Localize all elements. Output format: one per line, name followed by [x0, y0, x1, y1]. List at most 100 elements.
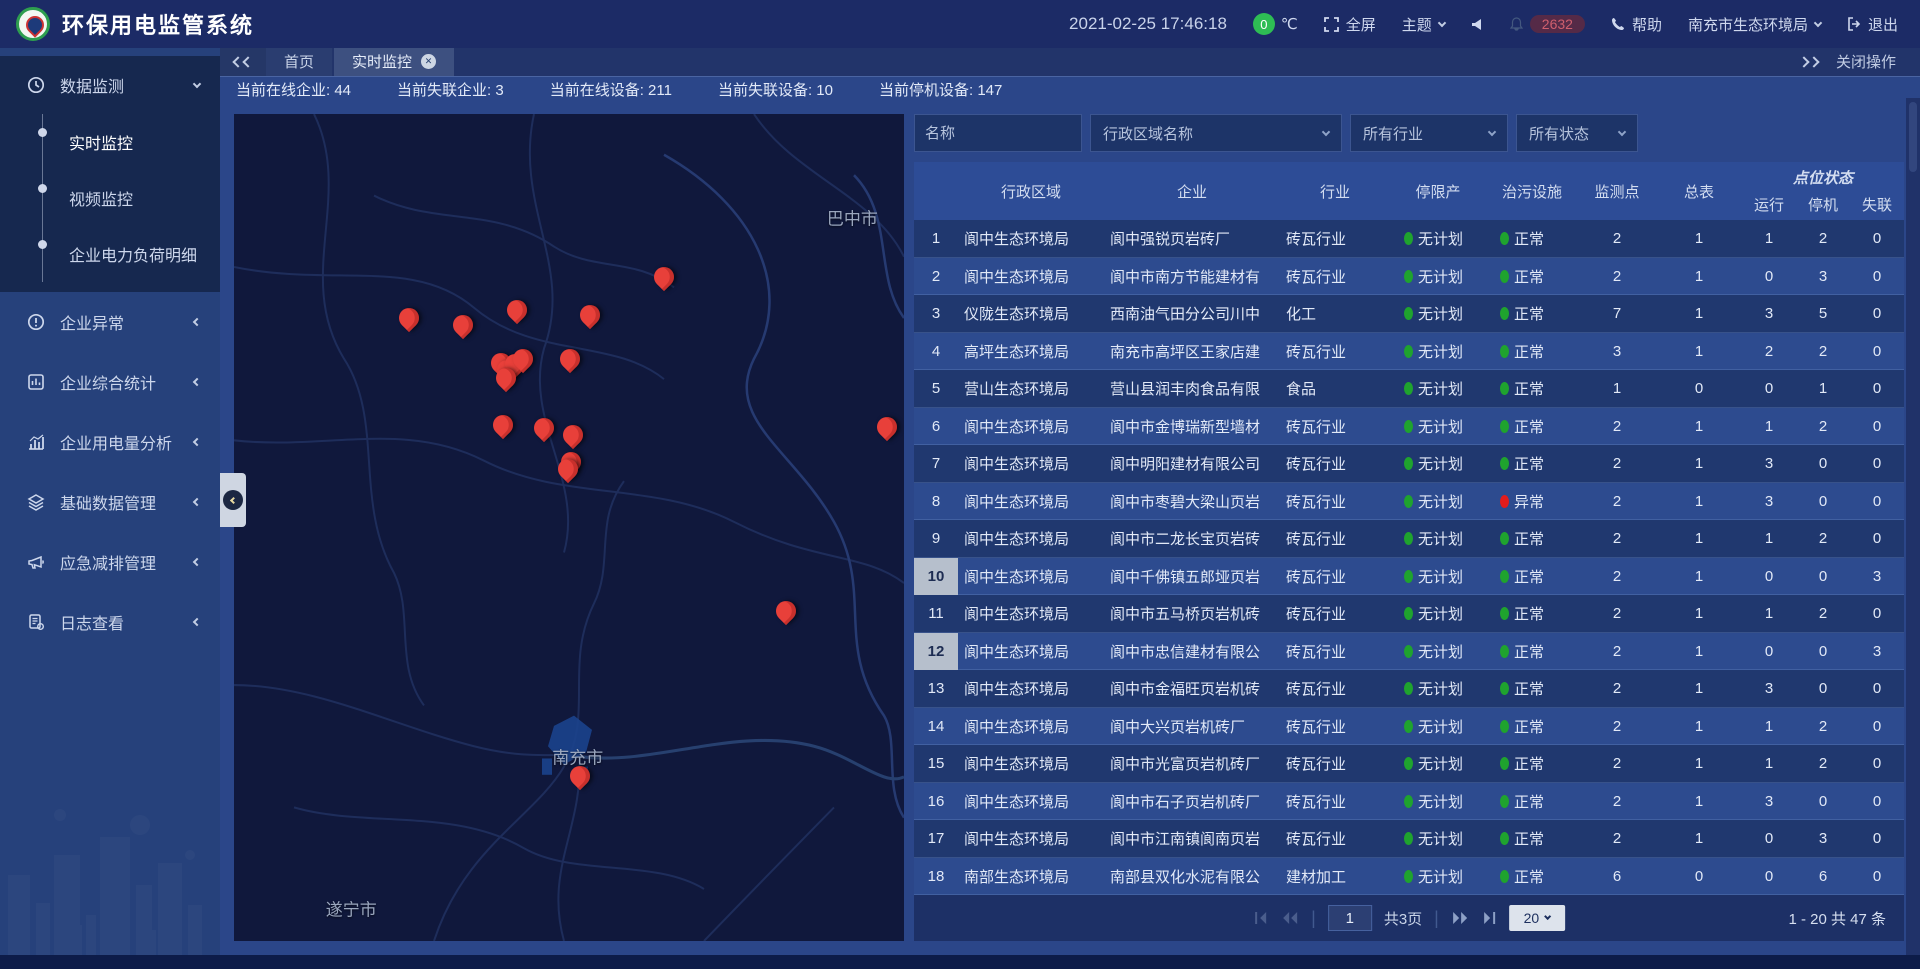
cell-industry: 砖瓦行业 — [1280, 333, 1390, 371]
sidebar-subitem-实时监控[interactable]: 实时监控 — [43, 114, 220, 170]
sidebar-watermark-skyline — [0, 785, 220, 955]
cell-region: 阆中生态环境局 — [958, 820, 1104, 858]
sidebar-item-基础数据管理[interactable]: 基础数据管理 — [0, 472, 220, 532]
cell-region: 阆中生态环境局 — [958, 408, 1104, 446]
table-row[interactable]: 16阆中生态环境局阆中市石子页岩机砖厂砖瓦行业无计划正常21300 — [914, 783, 1904, 821]
table-row[interactable]: 11阆中生态环境局阆中市五马桥页岩机砖砖瓦行业无计划正常21120 — [914, 595, 1904, 633]
cell-row-number: 15 — [914, 745, 958, 783]
next-page-button[interactable] — [1451, 911, 1469, 925]
table-row[interactable]: 7阆中生态环境局阆中明阳建材有限公司砖瓦行业无计划正常21300 — [914, 445, 1904, 483]
cell-lost-count: 3 — [1850, 558, 1904, 596]
table-row[interactable]: 15阆中生态环境局阆中市光富页岩机砖厂砖瓦行业无计划正常21120 — [914, 745, 1904, 783]
scrollbar-thumb[interactable] — [1909, 102, 1917, 172]
table-row[interactable]: 9阆中生态环境局阆中市二龙长宝页岩砖砖瓦行业无计划正常21120 — [914, 520, 1904, 558]
map-collapse-button[interactable] — [220, 473, 246, 527]
table-row[interactable]: 3仪陇生态环境局西南油气田分公司川中化工无计划正常71350 — [914, 295, 1904, 333]
cell-production-status: 无计划 — [1390, 745, 1486, 783]
org-dropdown[interactable]: 南充市生态环境局 — [1688, 14, 1821, 35]
theme-dropdown[interactable]: 主题 — [1402, 14, 1445, 35]
speaker-muted-icon[interactable] — [1471, 18, 1484, 31]
region-filter-select[interactable]: 行政区域名称 — [1090, 114, 1342, 152]
table-row[interactable]: 2阆中生态环境局阆中市南方节能建材有砖瓦行业无计划正常21030 — [914, 258, 1904, 296]
table-row[interactable]: 17阆中生态环境局阆中市江南镇阆南页岩砖瓦行业无计划正常21030 — [914, 820, 1904, 858]
column-run: 运行 — [1742, 188, 1796, 220]
column-stop: 停机 — [1796, 188, 1850, 220]
tabs-scroll-left-button[interactable] — [220, 48, 266, 76]
cell-industry: 砖瓦行业 — [1280, 258, 1390, 296]
temperature-badge: 0 — [1253, 13, 1275, 35]
map-city-label: 巴中市 — [827, 205, 878, 230]
cell-meter-count: 1 — [1656, 820, 1742, 858]
cell-lost-count: 0 — [1850, 520, 1904, 558]
cell-company: 阆中市南方节能建材有 — [1104, 258, 1280, 296]
sidebar-item-日志查看[interactable]: 日志查看 — [0, 592, 220, 652]
table-row[interactable]: 6阆中生态环境局阆中市金博瑞新型墙材砖瓦行业无计划正常21120 — [914, 408, 1904, 446]
table-row[interactable]: 8阆中生态环境局阆中市枣碧大梁山页岩砖瓦行业无计划异常21300 — [914, 483, 1904, 521]
help-button[interactable]: 帮助 — [1611, 14, 1662, 35]
app-title: 环保用电监管系统 — [62, 8, 254, 40]
sidebar-subitem-企业电力负荷明细[interactable]: 企业电力负荷明细 — [43, 226, 220, 282]
table-row[interactable]: 13阆中生态环境局阆中市金福旺页岩机砖砖瓦行业无计划正常21300 — [914, 670, 1904, 708]
exit-button[interactable]: 退出 — [1847, 14, 1898, 35]
prev-page-button[interactable] — [1281, 911, 1299, 925]
sidebar-item-企业异常[interactable]: 企业异常 — [0, 292, 220, 352]
cell-production-status: 无计划 — [1390, 783, 1486, 821]
tab-实时监控[interactable]: 实时监控✕ — [334, 48, 454, 76]
double-chevron-right-icon[interactable] — [1800, 58, 1818, 66]
cell-row-number: 11 — [914, 595, 958, 633]
status-dot-green — [1500, 457, 1509, 470]
cell-company: 阆中市五马桥页岩机砖 — [1104, 595, 1280, 633]
cell-monitor-count: 7 — [1578, 295, 1656, 333]
table-row[interactable]: 12阆中生态环境局阆中市忠信建材有限公砖瓦行业无计划正常21003 — [914, 633, 1904, 671]
vertical-scrollbar[interactable] — [1906, 98, 1920, 955]
cell-company: 阆中市石子页岩机砖厂 — [1104, 783, 1280, 821]
table-row[interactable]: 4高坪生态环境局南充市高坪区王家店建砖瓦行业无计划正常31220 — [914, 333, 1904, 371]
sidebar-item-应急减排管理[interactable]: 应急减排管理 — [0, 532, 220, 592]
pagination-bar: | 共3页 | 20 — [914, 895, 1904, 941]
status-dot-green — [1404, 457, 1413, 470]
sidebar-item-数据监测[interactable]: 数据监测 — [0, 56, 220, 114]
name-filter-input[interactable] — [914, 114, 1082, 152]
close-operations-button[interactable]: 关闭操作 — [1836, 51, 1896, 72]
filter-bar: 行政区域名称 所有行业 所有状态 — [914, 114, 1904, 152]
sidebar-subitem-视频监控[interactable]: 视频监控 — [43, 170, 220, 226]
cell-stop-count: 0 — [1796, 783, 1850, 821]
table-row[interactable]: 18南部生态环境局南部县双化水泥有限公建材加工无计划正常60060 — [914, 858, 1904, 896]
tab-首页[interactable]: 首页 — [266, 48, 332, 76]
page-input[interactable] — [1328, 905, 1372, 931]
fullscreen-button[interactable]: 全屏 — [1324, 14, 1376, 35]
table-row[interactable]: 5营山生态环境局营山县润丰肉食品有限食品无计划正常10010 — [914, 370, 1904, 408]
table-row[interactable]: 10阆中生态环境局阆中千佛镇五郎垭页岩砖瓦行业无计划正常21003 — [914, 558, 1904, 596]
cell-production-status: 无计划 — [1390, 633, 1486, 671]
status-dot-green — [1500, 720, 1509, 733]
last-page-button[interactable] — [1481, 911, 1497, 925]
page-size-select[interactable]: 20 — [1509, 905, 1565, 931]
cell-region: 阆中生态环境局 — [958, 595, 1104, 633]
cell-meter-count: 1 — [1656, 783, 1742, 821]
status-filter-select[interactable]: 所有状态 — [1516, 114, 1638, 152]
column-industry: 行业 — [1280, 162, 1390, 220]
map-panel[interactable]: 巴中市南充市遂宁市 — [234, 114, 904, 941]
cell-production-status: 无计划 — [1390, 220, 1486, 258]
cell-production-status: 无计划 — [1390, 333, 1486, 371]
cell-treatment-status: 正常 — [1486, 858, 1578, 896]
sidebar-item-企业综合统计[interactable]: 企业综合统计 — [0, 352, 220, 412]
first-page-button[interactable] — [1253, 911, 1269, 925]
sidebar-item-企业用电量分析[interactable]: 企业用电量分析 — [0, 412, 220, 472]
tab-close-icon[interactable]: ✕ — [421, 54, 436, 69]
chevron-down-icon — [1322, 127, 1330, 135]
status-dot-green — [1500, 757, 1509, 770]
chevron-down-icon — [193, 79, 201, 87]
cell-industry: 砖瓦行业 — [1280, 633, 1390, 671]
notifications[interactable]: 2632 — [1510, 15, 1585, 33]
table-row[interactable]: 14阆中生态环境局阆中大兴页岩机砖厂砖瓦行业无计划正常21120 — [914, 708, 1904, 746]
cell-run-count: 0 — [1742, 258, 1796, 296]
cell-company: 阆中市金福旺页岩机砖 — [1104, 670, 1280, 708]
status-dot-green — [1500, 420, 1509, 433]
app-shell: 环保用电监管系统 2021-02-25 17:46:18 0 ℃ 全屏 主题 — [0, 0, 1920, 969]
table-row[interactable]: 1阆中生态环境局阆中强锐页岩砖厂砖瓦行业无计划正常21120 — [914, 220, 1904, 258]
cell-region: 阆中生态环境局 — [958, 483, 1104, 521]
chevron-left-icon — [193, 498, 201, 506]
cell-production-status: 无计划 — [1390, 483, 1486, 521]
industry-filter-select[interactable]: 所有行业 — [1350, 114, 1508, 152]
